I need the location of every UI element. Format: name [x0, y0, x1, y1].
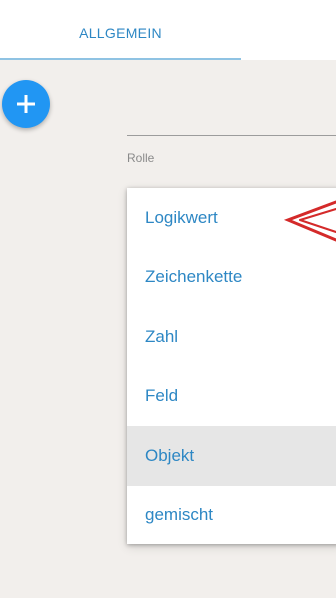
- tab-bar: ALLGEMEIN: [0, 5, 336, 60]
- menu-item-objekt[interactable]: Objekt: [127, 426, 336, 486]
- role-field-label: Rolle: [127, 151, 155, 165]
- add-button[interactable]: [2, 80, 50, 128]
- plus-icon: [17, 95, 35, 113]
- red-arrow-icon: [283, 200, 336, 242]
- tab-allgemein[interactable]: ALLGEMEIN: [0, 5, 241, 60]
- tab-active-indicator: [0, 58, 241, 60]
- role-field-underline: [127, 135, 336, 136]
- menu-item-gemischt[interactable]: gemischt: [127, 486, 336, 546]
- tab-label: ALLGEMEIN: [79, 25, 162, 41]
- menu-item-zahl[interactable]: Zahl: [127, 307, 336, 367]
- menu-item-feld[interactable]: Feld: [127, 367, 336, 427]
- menu-item-zeichenkette[interactable]: Zeichenkette: [127, 248, 336, 308]
